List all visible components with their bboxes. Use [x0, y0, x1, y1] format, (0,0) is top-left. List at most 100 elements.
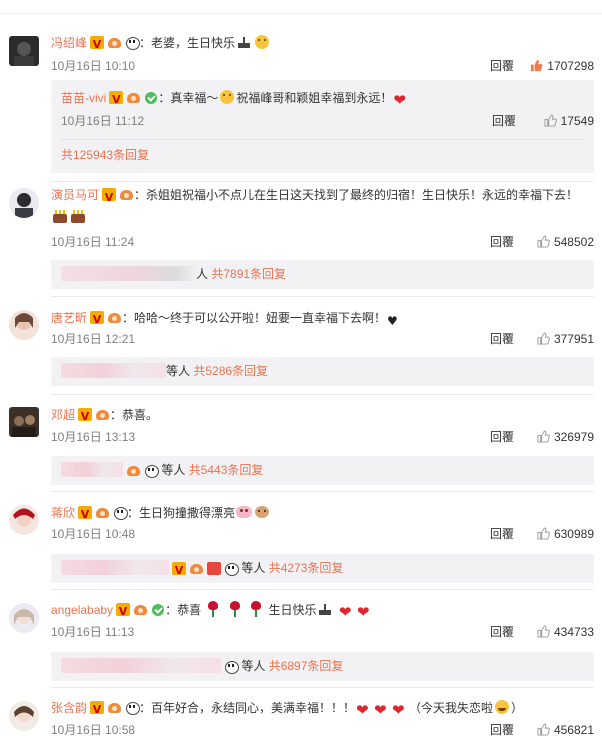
reply-suffix: 等人 — [161, 463, 186, 477]
reply-button[interactable]: 回覆 — [490, 720, 514, 740]
vip-badge-icon — [78, 407, 93, 427]
rose-icon — [227, 601, 243, 617]
comment-text: 演员马可 ：杀姐姐祝福小不点儿在生日这天找到了最终的归宿！生日快乐！永远的幸福下去… — [51, 184, 594, 228]
reply-button[interactable]: 回覆 — [490, 329, 514, 349]
more-replies-link[interactable]: 等人 共5443条回复 — [61, 460, 263, 480]
like-count: 326979 — [553, 430, 594, 444]
reply-box: 苗苗-vivi ：真幸福～ 祝福峰哥和颖姐幸福到永远！ 10月16日 11:12 回… — [51, 80, 594, 173]
dog-emoji-icon — [254, 504, 270, 520]
avatar[interactable] — [9, 188, 39, 218]
username[interactable]: 苗苗-vivi — [61, 91, 106, 105]
crown-badge-icon — [107, 36, 122, 49]
username[interactable]: angelababy — [51, 603, 113, 617]
crown-badge-icon — [126, 91, 141, 104]
black-heart-icon: ♥ — [387, 314, 398, 328]
reply-button[interactable]: 回覆 — [492, 111, 516, 131]
heart-icon — [356, 701, 372, 717]
panda-badge-icon — [125, 701, 141, 715]
like-count: 630989 — [553, 527, 594, 541]
timestamp: 10月16日 12:21 — [51, 332, 136, 346]
like-button[interactable]: 630989 — [524, 524, 594, 544]
username[interactable]: 演员马可 — [51, 188, 99, 202]
comment-text: 蒋欣 ：生日狗撞撒得漂亮 — [51, 503, 594, 525]
blurred-names — [61, 266, 196, 281]
username[interactable]: 唐艺昕 — [51, 311, 87, 325]
timestamp: 10月16日 11:12 — [61, 114, 145, 128]
comment-body: ：杀姐姐祝福小不点儿在生日这天找到了最终的归宿！生日快乐！永远的幸福下去！ — [134, 188, 579, 202]
panda-badge-icon — [224, 562, 239, 576]
avatar[interactable] — [9, 603, 39, 633]
reply-button[interactable]: 回覆 — [490, 622, 514, 642]
vip-badge-icon — [90, 310, 105, 330]
more-replies-link[interactable]: 人 共7891条回复 — [61, 264, 286, 284]
crown-badge-icon — [107, 701, 122, 714]
verified-badge-icon — [144, 91, 158, 104]
like-button[interactable]: 548502 — [524, 232, 594, 252]
comment-meta: 10月16日 10:10 回覆 1707298 — [51, 56, 594, 76]
heart-icon — [392, 701, 408, 717]
thumb-up-icon — [531, 59, 543, 72]
thumb-up-icon — [537, 235, 550, 248]
username[interactable]: 邓超 — [51, 408, 75, 422]
thumb-up-icon — [544, 114, 557, 127]
more-replies-link[interactable]: 等人 共5286条回复 — [61, 361, 268, 381]
avatar[interactable] — [9, 36, 39, 66]
comment-meta: 10月16日 12:21 回覆 377951 — [51, 329, 594, 349]
comment-meta: 10月16日 13:13 回覆 326979 — [51, 427, 594, 447]
rose-icon — [205, 601, 221, 617]
reply-button[interactable]: 回覆 — [490, 524, 514, 544]
reply-summary: 等人 共4273条回复 — [51, 554, 594, 583]
reply-suffix: 等人 — [166, 364, 191, 378]
comment-body-3: ） — [511, 701, 524, 715]
crown-badge-icon — [133, 603, 148, 616]
reply-button[interactable]: 回覆 — [490, 232, 514, 252]
comment-body: ：恭喜。 — [110, 408, 159, 422]
panda-badge-icon — [113, 506, 129, 520]
timestamp: 10月16日 11:24 — [51, 235, 135, 249]
thumb-up-icon — [537, 430, 550, 443]
reply-body-2: 祝福峰哥和颖姐幸福到永远！ — [236, 91, 393, 105]
username[interactable]: 冯绍峰 — [51, 36, 87, 50]
thumb-up-icon — [537, 625, 550, 638]
comment-text: angelababy ：恭喜 生日快乐 — [51, 600, 594, 622]
username[interactable]: 蒋欣 — [51, 506, 75, 520]
more-replies-link[interactable]: 共125943条回复 — [61, 145, 149, 165]
panda-badge-icon — [224, 660, 239, 674]
avatar[interactable] — [9, 701, 39, 731]
crown-badge-icon — [189, 562, 204, 575]
like-button[interactable]: 17549 — [534, 111, 594, 131]
reply-meta: 10月16日 11:12 回覆 17549 — [61, 111, 594, 131]
heart-icon — [357, 603, 373, 619]
username[interactable]: 张含韵 — [51, 701, 87, 715]
vip-badge-icon — [116, 602, 131, 622]
more-replies-link[interactable]: 等人 共6897条回复 — [61, 656, 343, 676]
comment-meta: 10月16日 10:48 回覆 630989 — [51, 524, 594, 544]
vip-badge-icon — [172, 561, 186, 581]
thumb-up-icon — [537, 527, 550, 540]
vip-badge-icon — [109, 90, 124, 110]
avatar[interactable] — [9, 407, 39, 437]
reply-suffix: 等人 — [241, 659, 266, 673]
avatar[interactable] — [9, 505, 39, 535]
crown-badge-icon — [95, 408, 110, 421]
comment-divider — [51, 687, 594, 688]
like-button[interactable]: 434733 — [524, 622, 594, 642]
blurred-names — [61, 560, 169, 575]
cake-icon — [52, 208, 68, 224]
comment-meta: 10月16日 11:13 回覆 434733 — [51, 622, 594, 642]
like-button[interactable]: 377951 — [524, 329, 594, 349]
reply-count: 共7891条回复 — [211, 267, 287, 281]
like-button[interactable]: 1707298 — [524, 56, 594, 76]
more-replies-link[interactable]: 等人 共4273条回复 — [61, 558, 343, 581]
timestamp: 10月16日 11:13 — [51, 625, 135, 639]
like-button[interactable]: 326979 — [524, 427, 594, 447]
blessing-emoji-icon — [219, 89, 235, 105]
reply-divider — [61, 139, 584, 140]
avatar[interactable] — [9, 310, 39, 340]
reply-button[interactable]: 回覆 — [490, 427, 514, 447]
like-count: 434733 — [553, 625, 594, 639]
like-button[interactable]: 456821 — [524, 720, 594, 740]
comment-divider — [51, 394, 594, 395]
reply-button[interactable]: 回覆 — [490, 56, 514, 76]
reply-count: 共5286条回复 — [193, 364, 269, 378]
